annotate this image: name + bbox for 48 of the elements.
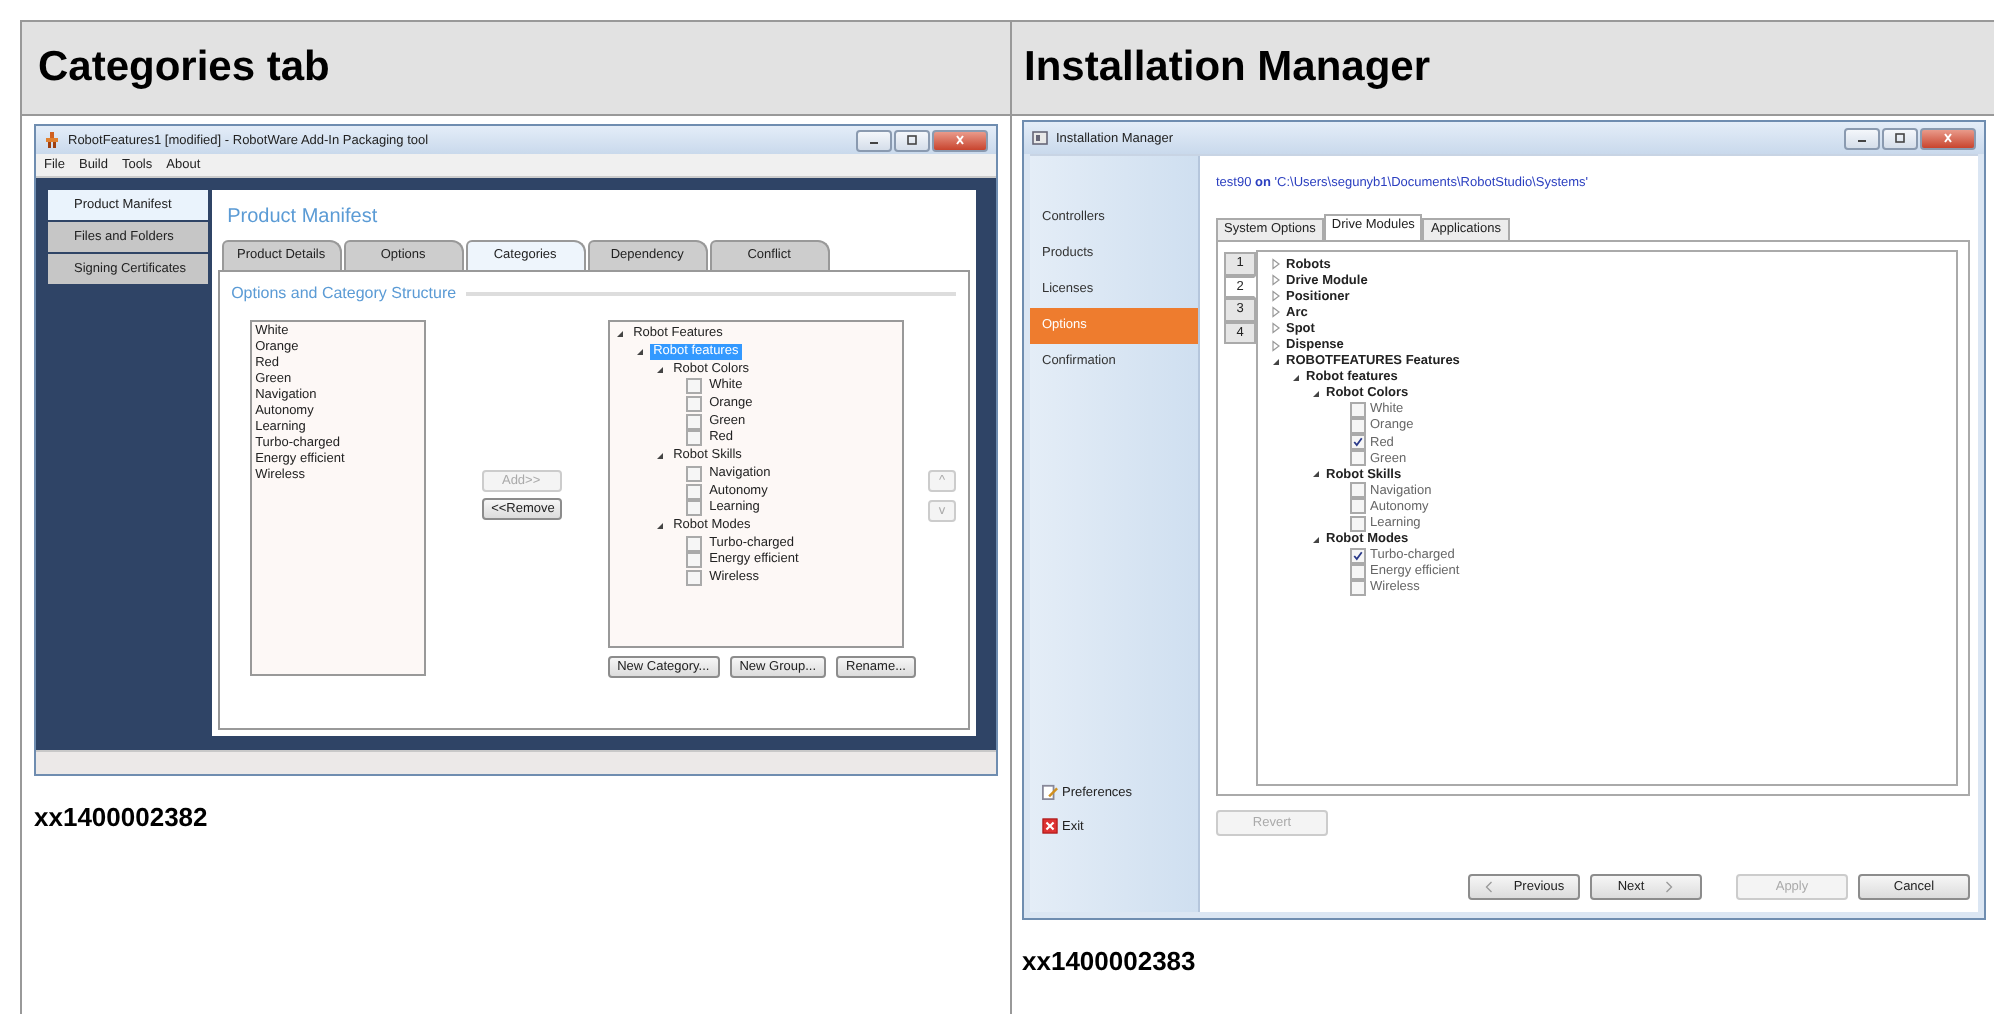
- maximize-icon: [906, 134, 918, 146]
- minimize-button[interactable]: [1844, 127, 1880, 149]
- robot-icon: [44, 132, 60, 148]
- checkbox[interactable]: [1350, 401, 1366, 418]
- checkbox[interactable]: [685, 500, 702, 517]
- document-pencil-icon: [1042, 784, 1058, 800]
- checkbox[interactable]: [685, 465, 702, 482]
- checkbox[interactable]: [1350, 434, 1366, 451]
- figure-caption: xx1400002382: [34, 802, 210, 832]
- maximize-button[interactable]: [1882, 127, 1918, 149]
- expander-icon[interactable]: [1310, 468, 1322, 481]
- checkbox[interactable]: [1350, 482, 1366, 499]
- section-title: Options and Category Structure: [231, 284, 457, 302]
- expander-icon[interactable]: [653, 450, 666, 463]
- checkbox[interactable]: [1350, 547, 1366, 564]
- checkbox[interactable]: [1350, 450, 1366, 467]
- table-header: Installation Manager: [1010, 22, 1994, 116]
- expander-icon[interactable]: [1290, 371, 1302, 384]
- table-header: Categories tab: [20, 22, 1010, 116]
- checkbox[interactable]: [685, 413, 702, 430]
- expander-icon[interactable]: [1310, 387, 1322, 400]
- minimize-button[interactable]: [856, 129, 892, 151]
- checkbox[interactable]: [1350, 498, 1366, 515]
- close-icon: [954, 134, 966, 146]
- checkbox[interactable]: [685, 430, 702, 447]
- expander-icon[interactable]: [1310, 533, 1322, 546]
- close-button[interactable]: [1920, 127, 1976, 149]
- window-icon: [1032, 130, 1048, 146]
- checkbox[interactable]: [685, 552, 702, 569]
- close-button[interactable]: [932, 129, 988, 151]
- chevron-left-icon: [1483, 880, 1494, 894]
- expander-icon[interactable]: [1270, 355, 1282, 368]
- checkbox[interactable]: [685, 396, 702, 413]
- checkbox[interactable]: [685, 378, 702, 395]
- figure-caption: xx1400002383: [1022, 946, 1198, 976]
- close-icon: [1942, 132, 1954, 144]
- checkbox[interactable]: [1350, 515, 1366, 532]
- panel-title: Product Manifest: [225, 204, 380, 232]
- checkbox[interactable]: [685, 483, 702, 500]
- maximize-icon: [1894, 132, 1906, 144]
- exit-icon: [1042, 818, 1058, 834]
- expander-icon[interactable]: [633, 346, 646, 359]
- expander-icon[interactable]: [613, 328, 626, 341]
- maximize-button[interactable]: [894, 129, 930, 151]
- chevron-right-icon: [1664, 880, 1675, 894]
- checkbox[interactable]: [685, 535, 702, 552]
- expander-icon[interactable]: [653, 519, 666, 532]
- checkbox[interactable]: [685, 569, 702, 586]
